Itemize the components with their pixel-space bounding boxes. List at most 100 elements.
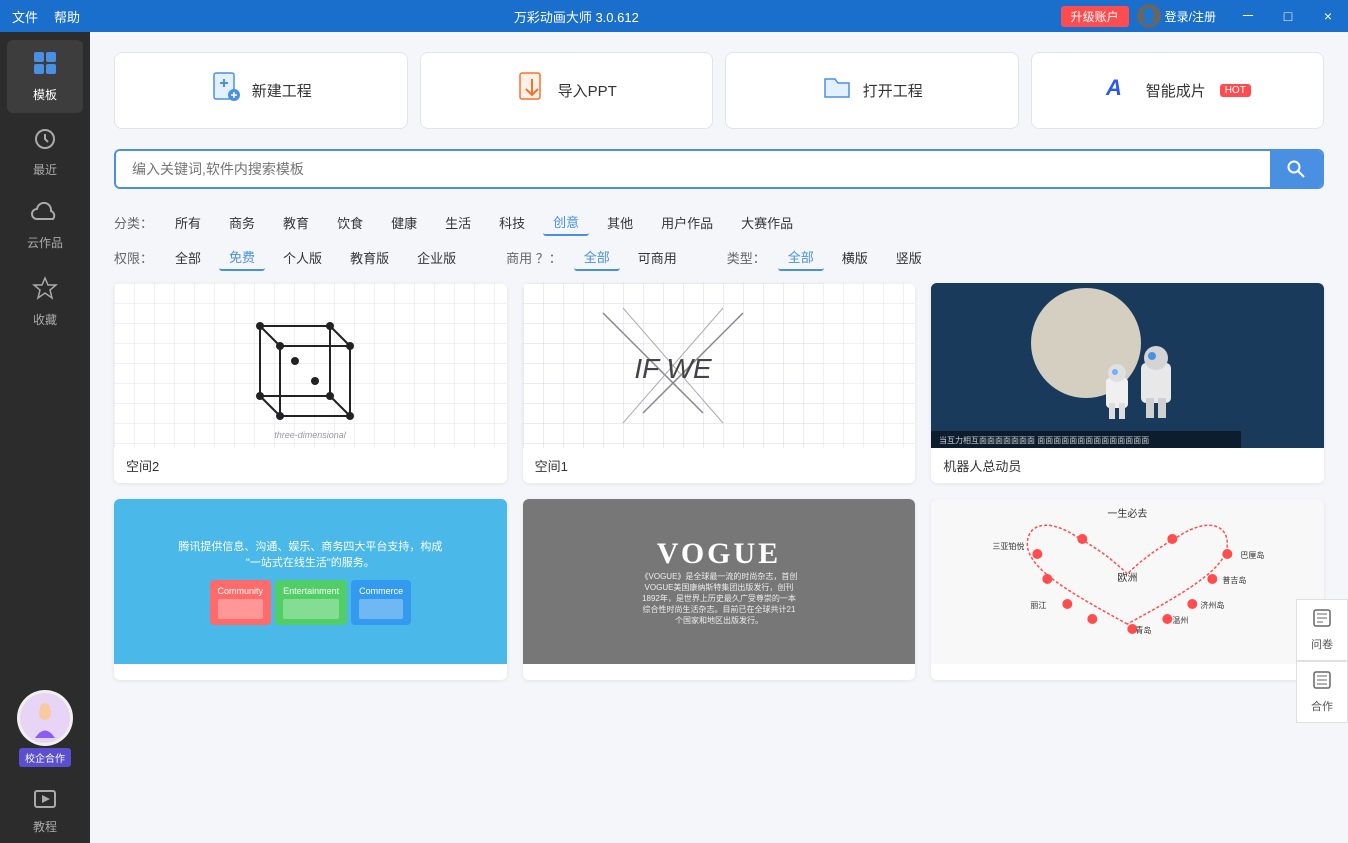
- cooperate-button[interactable]: 合作: [1296, 661, 1348, 723]
- search-input[interactable]: [116, 151, 1270, 187]
- type-portrait[interactable]: 竖版: [886, 245, 932, 270]
- template-vogue[interactable]: VOGUE 《VOGUE》是全球最一流的时尚杂志，首创VOGUE美国康纳斯特集团…: [523, 499, 916, 680]
- lic-free[interactable]: 免费: [219, 244, 265, 271]
- new-project-label: 新建工程: [252, 80, 312, 101]
- sidebar-item-tutorial[interactable]: 教程: [25, 779, 65, 843]
- enterprise-cooperation[interactable]: 校企合作: [17, 690, 73, 767]
- cat-business[interactable]: 商务: [219, 210, 265, 235]
- menu-file[interactable]: 文件: [12, 7, 38, 26]
- minimize-button[interactable]: －: [1228, 0, 1268, 32]
- recent-icon: [33, 127, 57, 157]
- hot-badge: HOT: [1220, 84, 1251, 97]
- user-login[interactable]: 👤 登录/注册: [1137, 4, 1216, 28]
- license-label: 权限：: [114, 248, 153, 267]
- com-all[interactable]: 全部: [574, 244, 620, 271]
- svg-text:一生必去: 一生必去: [1108, 507, 1148, 520]
- search-bar: [114, 149, 1324, 189]
- sidebar-item-favorites[interactable]: 收藏: [7, 265, 83, 338]
- template-label-tencent: [114, 664, 507, 680]
- templates-icon: [32, 50, 58, 82]
- lic-personal[interactable]: 个人版: [273, 245, 332, 270]
- import-ppt-icon: [516, 71, 548, 110]
- lic-education[interactable]: 教育版: [340, 245, 399, 270]
- svg-text:普吉岛: 普吉岛: [1223, 575, 1247, 585]
- type-label: 类型：: [727, 248, 766, 267]
- sidebar-item-recent[interactable]: 最近: [7, 117, 83, 188]
- cat-creative[interactable]: 创意: [543, 209, 589, 236]
- avatar: 👤: [1137, 4, 1161, 28]
- window-controls: － □ ×: [1228, 0, 1348, 32]
- template-thumb-space2: three-dimensional: [114, 283, 507, 448]
- template-space1[interactable]: IF WE 空间1: [523, 283, 916, 483]
- svg-text:三亚铂悦: 三亚铂悦: [993, 541, 1025, 551]
- category-label: 分类：: [114, 213, 153, 232]
- right-float-panel: 问卷 合作: [1296, 599, 1348, 723]
- cat-life[interactable]: 生活: [435, 210, 481, 235]
- open-project-label: 打开工程: [863, 80, 923, 101]
- cat-health[interactable]: 健康: [381, 210, 427, 235]
- template-label-vogue: [523, 664, 916, 680]
- ai-video-button[interactable]: A 智能成片 HOT: [1031, 52, 1325, 129]
- survey-button[interactable]: 问卷: [1296, 599, 1348, 661]
- sidebar-item-cloud[interactable]: 云作品: [7, 192, 83, 261]
- template-grid: three-dimensional 空间2: [114, 283, 1324, 680]
- type-landscape[interactable]: 横版: [832, 245, 878, 270]
- ai-icon: A: [1104, 71, 1136, 110]
- template-thumb-travel: 一生必去 巴厘岛 普吉岛 济州岛 温州: [931, 499, 1324, 664]
- com-ok[interactable]: 可商用: [628, 245, 687, 270]
- svg-text:当互力相互面面面面面面面 面面面面面面面面面面面面面面: 当互力相互面面面面面面面 面面面面面面面面面面面面面面: [939, 435, 1149, 445]
- maximize-button[interactable]: □: [1268, 0, 1308, 32]
- template-thumb-robot: 当互力相互面面面面面面面 面面面面面面面面面面面面面面: [931, 283, 1324, 448]
- quick-actions: 新建工程 导入PPT 打开工程: [114, 52, 1324, 129]
- open-project-icon: [821, 71, 853, 110]
- svg-text:巴厘岛: 巴厘岛: [1241, 550, 1265, 560]
- import-ppt-button[interactable]: 导入PPT: [420, 52, 714, 129]
- cat-user[interactable]: 用户作品: [651, 210, 723, 235]
- template-robot[interactable]: 当互力相互面面面面面面面 面面面面面面面面面面面面面面 机器人总动员: [931, 283, 1324, 483]
- template-space2[interactable]: three-dimensional 空间2: [114, 283, 507, 483]
- lic-enterprise[interactable]: 企业版: [407, 245, 466, 270]
- sidebar-item-templates[interactable]: 模板: [7, 40, 83, 113]
- search-button[interactable]: [1270, 151, 1322, 187]
- svg-text:温州: 温州: [1173, 616, 1189, 625]
- close-button[interactable]: ×: [1308, 0, 1348, 32]
- template-tencent[interactable]: 腾讯提供信息、沟通、娱乐、商务四大平台支持，构成"一站式在线生活"的服务。 Co…: [114, 499, 507, 680]
- open-project-button[interactable]: 打开工程: [725, 52, 1019, 129]
- menu-help[interactable]: 帮助: [54, 7, 80, 26]
- lic-all[interactable]: 全部: [165, 245, 211, 270]
- cat-education[interactable]: 教育: [273, 210, 319, 235]
- survey-icon: [1312, 608, 1332, 633]
- new-project-icon: [210, 71, 242, 110]
- svg-text:丽江: 丽江: [1031, 601, 1047, 610]
- enterprise-label: 校企合作: [19, 748, 71, 767]
- cloud-icon: [31, 202, 59, 230]
- svg-text:three-dimensional: three-dimensional: [275, 430, 348, 440]
- app-body: 模板 最近 云作品: [0, 32, 1348, 843]
- star-icon: [32, 275, 58, 307]
- template-travel[interactable]: 一生必去 巴厘岛 普吉岛 济州岛 温州: [931, 499, 1324, 680]
- category-filter: 分类： 所有 商务 教育 饮食 健康 生活 科技 创意 其他 用户作品 大赛作品: [114, 209, 1324, 236]
- cat-all[interactable]: 所有: [165, 210, 211, 235]
- svg-text:济州岛: 济州岛: [1201, 600, 1225, 610]
- new-project-button[interactable]: 新建工程: [114, 52, 408, 129]
- ai-video-label: 智能成片: [1146, 80, 1206, 101]
- svg-text:欧洲: 欧洲: [1118, 572, 1138, 584]
- template-thumb-space1: IF WE: [523, 283, 916, 448]
- svg-text:IF WE: IF WE: [634, 353, 712, 384]
- template-label-robot: 机器人总动员: [931, 448, 1324, 483]
- template-label-space1: 空间1: [523, 448, 916, 483]
- template-label-space2: 空间2: [114, 448, 507, 483]
- titlebar-title: 万彩动画大师 3.0.612: [92, 7, 1061, 26]
- cat-tech[interactable]: 科技: [489, 210, 535, 235]
- template-thumb-vogue: VOGUE 《VOGUE》是全球最一流的时尚杂志，首创VOGUE美国康纳斯特集团…: [523, 499, 916, 664]
- cat-contest[interactable]: 大赛作品: [731, 210, 803, 235]
- upgrade-button[interactable]: 升级账户: [1061, 6, 1129, 27]
- template-thumb-tencent: 腾讯提供信息、沟通、娱乐、商务四大平台支持，构成"一站式在线生活"的服务。 Co…: [114, 499, 507, 664]
- import-ppt-label: 导入PPT: [558, 80, 617, 101]
- license-filter: 权限： 全部 免费 个人版 教育版 企业版 商用 ？： 全部 可商用 类型： 全…: [114, 244, 1324, 271]
- type-all[interactable]: 全部: [778, 244, 824, 271]
- cat-food[interactable]: 饮食: [327, 210, 373, 235]
- svg-text:青岛: 青岛: [1136, 625, 1152, 635]
- template-label-travel: [931, 664, 1324, 680]
- cat-other[interactable]: 其他: [597, 210, 643, 235]
